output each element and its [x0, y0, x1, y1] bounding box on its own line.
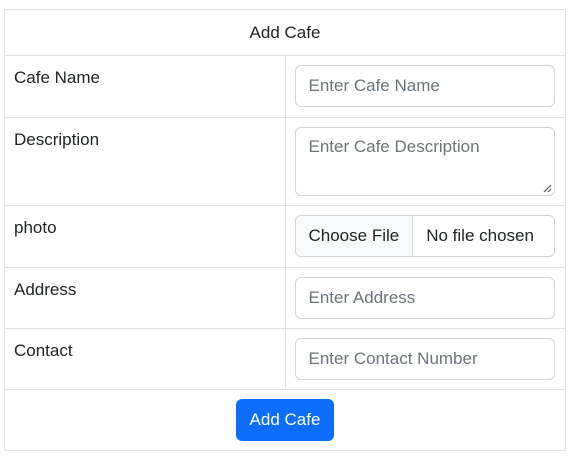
description-cell	[284, 117, 566, 206]
address-cell	[284, 267, 566, 329]
cafe-name-input[interactable]	[294, 65, 555, 107]
file-status-text: No file chosen	[426, 226, 534, 245]
description-label: Description	[4, 117, 286, 206]
contact-input[interactable]	[294, 338, 555, 380]
description-textarea[interactable]	[294, 127, 555, 196]
submit-cell: Add Cafe	[4, 389, 566, 451]
choose-file-button[interactable]: Choose File	[295, 216, 414, 256]
address-label: Address	[4, 267, 286, 329]
form-title: Add Cafe	[4, 9, 566, 56]
contact-cell	[284, 328, 566, 390]
photo-file-input[interactable]: Choose File No file chosen	[294, 215, 555, 257]
add-cafe-button[interactable]: Add Cafe	[235, 399, 335, 441]
add-cafe-form-table: Add Cafe Cafe Name Description photo Cho…	[4, 9, 566, 451]
description-wrap	[294, 127, 555, 196]
contact-label: Contact	[4, 328, 286, 390]
resize-handle-icon[interactable]	[542, 183, 552, 193]
photo-label: photo	[4, 205, 286, 268]
address-input[interactable]	[294, 277, 555, 319]
cafe-name-label: Cafe Name	[4, 55, 286, 118]
cafe-name-cell	[284, 55, 566, 118]
photo-cell: Choose File No file chosen	[284, 205, 566, 268]
